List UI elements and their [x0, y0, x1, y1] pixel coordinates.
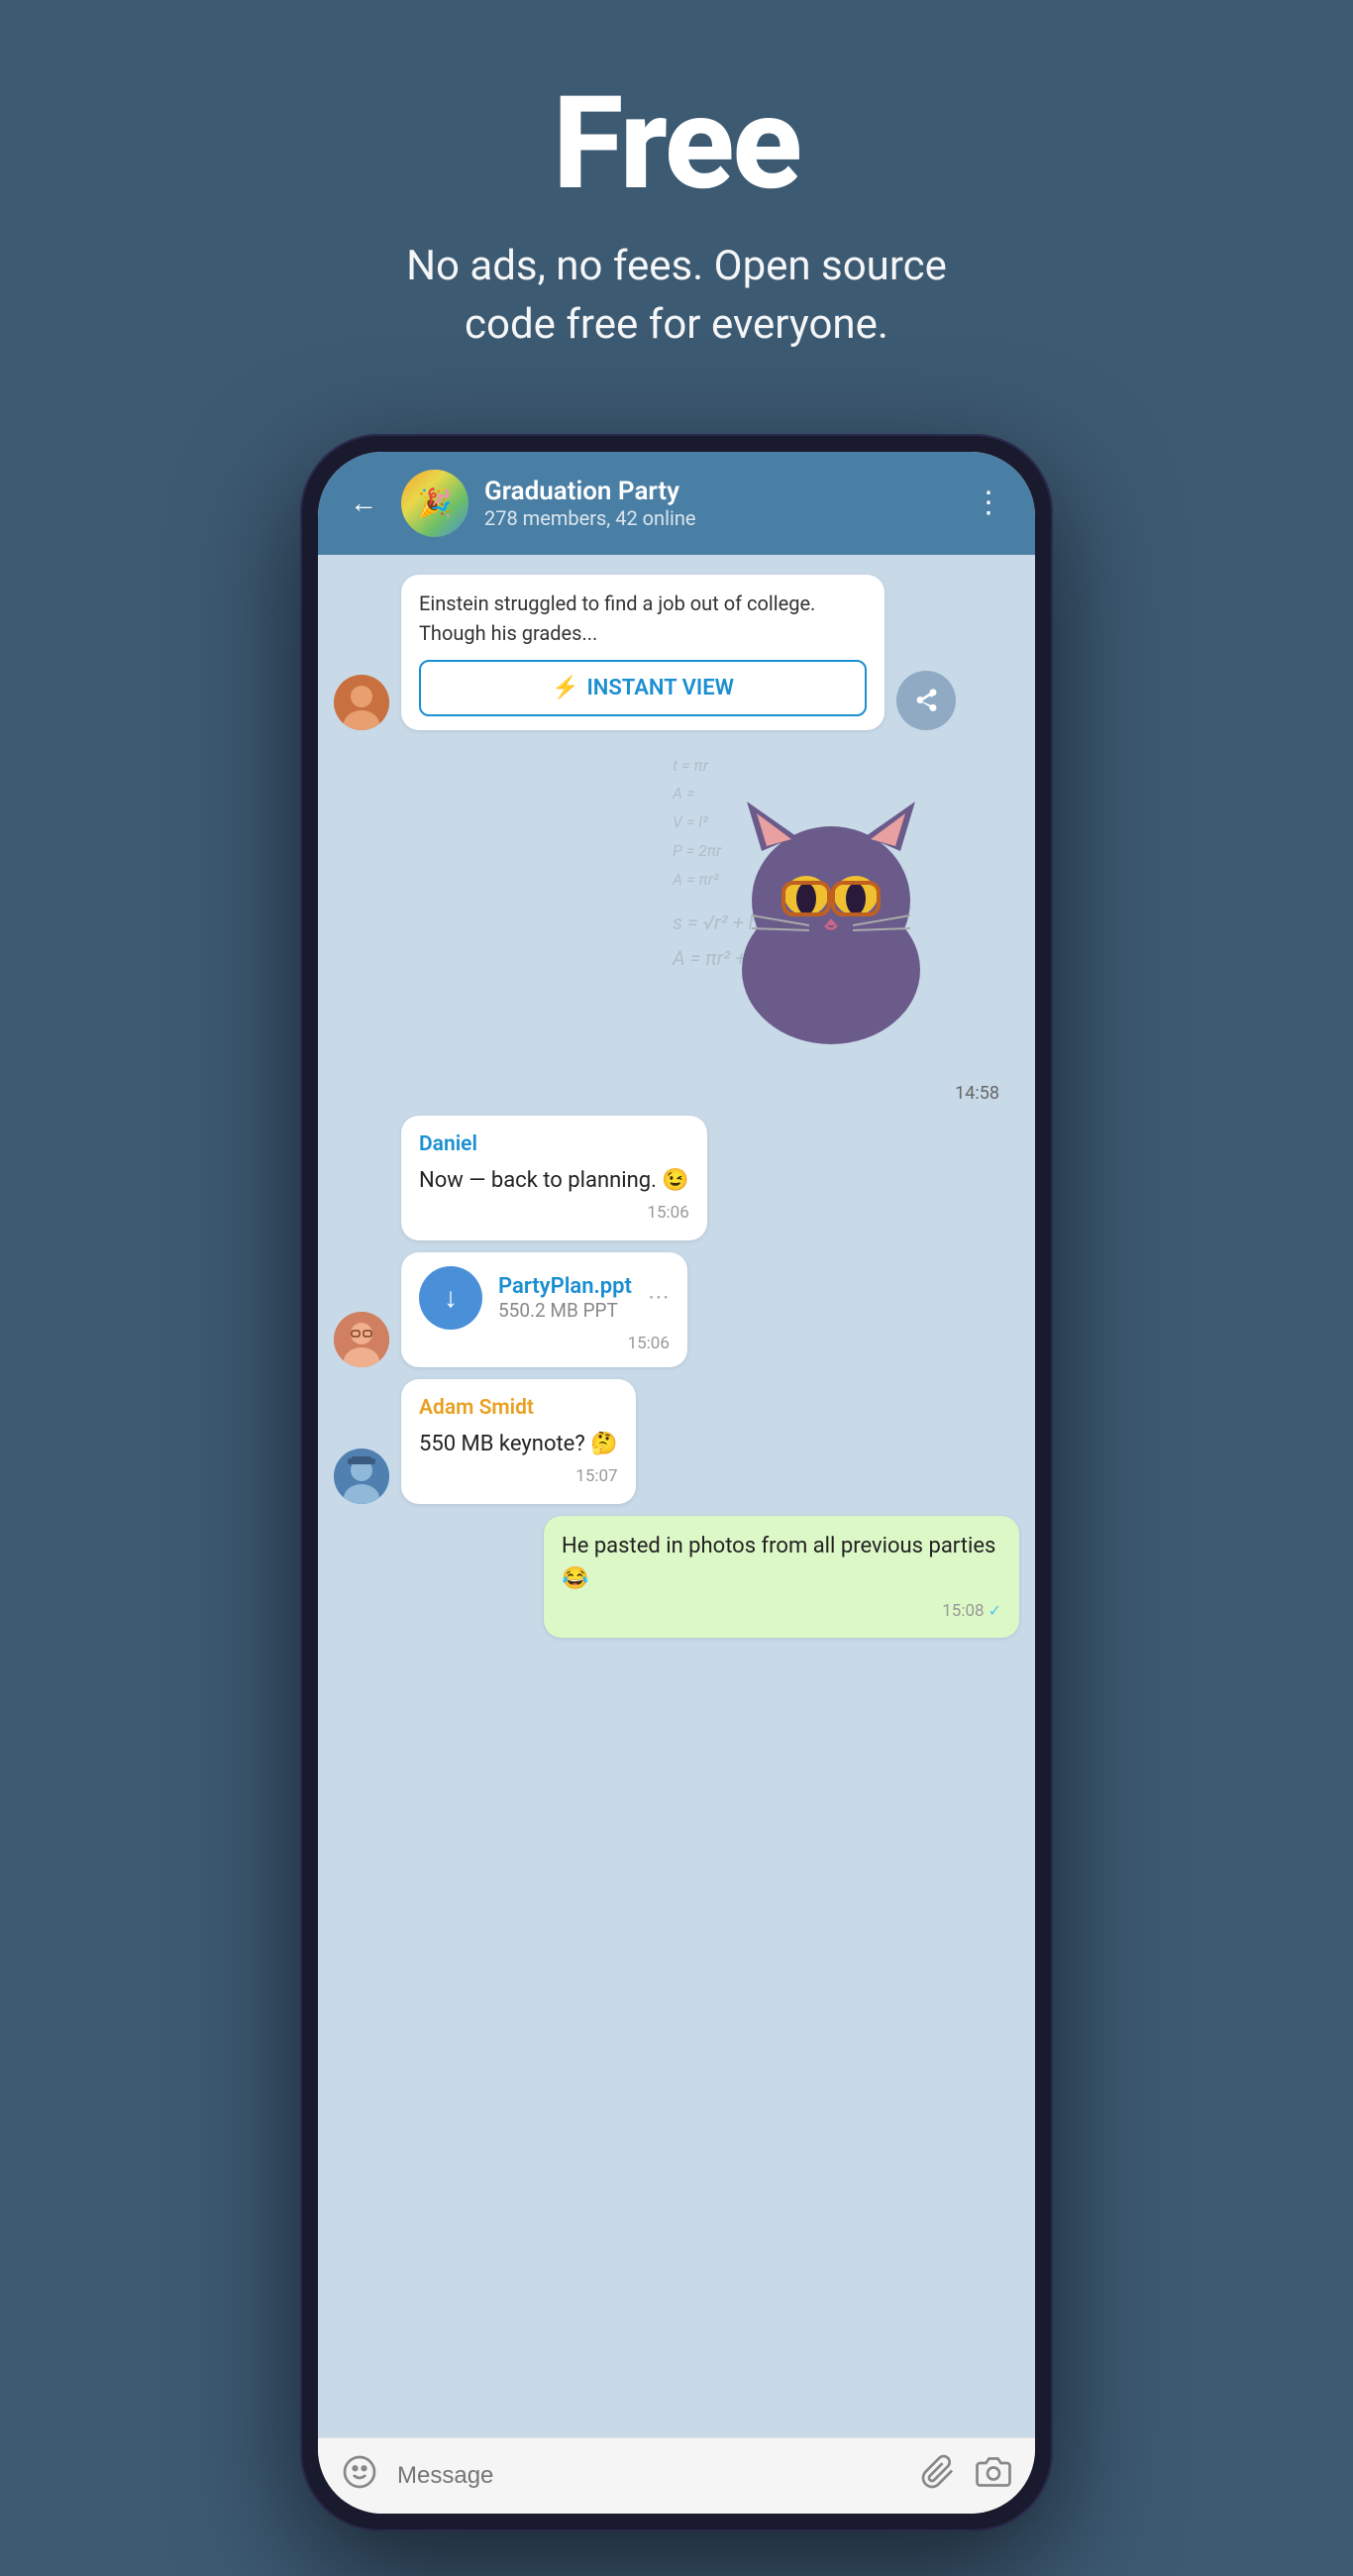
- input-bar: [318, 2437, 1035, 2514]
- chat-name: Graduation Party: [484, 477, 950, 506]
- avatar-user1: [334, 675, 389, 730]
- chat-body: Einstein struggled to find a job out of …: [318, 555, 1035, 2437]
- file-name: PartyPlan.ppt: [498, 1274, 632, 1299]
- phone-inner: ← 🎉 Graduation Party 278 members, 42 onl…: [318, 452, 1035, 2514]
- message-row-file: ↓ PartyPlan.ppt 550.2 MB PPT ⋯ 15:06: [334, 1252, 1019, 1367]
- message-row-daniel: Daniel Now — back to planning. 😉 15:06: [334, 1116, 1019, 1240]
- chat-status: 278 members, 42 online: [484, 506, 950, 530]
- file-info: PartyPlan.ppt 550.2 MB PPT: [498, 1274, 632, 1322]
- file-row: ↓ PartyPlan.ppt 550.2 MB PPT ⋯: [419, 1266, 670, 1330]
- bubble-text-daniel: Now — back to planning. 😉: [419, 1164, 689, 1197]
- sticker-time: 14:58: [955, 1083, 999, 1104]
- chat-avatar: 🎉: [401, 470, 468, 537]
- chat-header: ← 🎉 Graduation Party 278 members, 42 onl…: [318, 452, 1035, 555]
- link-bubble: Einstein struggled to find a job out of …: [401, 575, 885, 730]
- link-preview-container: Einstein struggled to find a job out of …: [401, 575, 956, 730]
- instant-view-button[interactable]: ⚡ INSTANT VIEW: [419, 660, 867, 716]
- bubble-sender-daniel: Daniel: [419, 1129, 689, 1161]
- file-size: 550.2 MB PPT: [498, 1299, 632, 1322]
- phone-outer: ← 🎉 Graduation Party 278 members, 42 onl…: [300, 434, 1053, 2531]
- avatar-user3: [334, 1312, 389, 1367]
- avatar-adam: [334, 1449, 389, 1504]
- emoji-icon[interactable]: [342, 2454, 377, 2498]
- message-row-adam: Adam Smidt 550 MB keynote? 🤔 15:07: [334, 1379, 1019, 1504]
- file-more-button[interactable]: ⋯: [648, 1285, 670, 1310]
- hero-subtitle: No ads, no fees. Open sourcecode free fo…: [406, 238, 947, 355]
- attach-icon[interactable]: [920, 2454, 956, 2498]
- bubble-own: He pasted in photos from all previous pa…: [544, 1516, 1019, 1639]
- sticker-box: t = πr A = V = l² P = 2πr A = πr² s = √r…: [663, 742, 999, 1079]
- bubble-text-own: He pasted in photos from all previous pa…: [562, 1530, 1001, 1595]
- bubble-time-daniel: 15:06: [419, 1201, 689, 1227]
- hero-section: Free No ads, no fees. Open sourcecode fr…: [366, 0, 987, 414]
- message-row-link: Einstein struggled to find a job out of …: [334, 575, 1019, 730]
- camera-icon[interactable]: [976, 2454, 1011, 2498]
- chat-info: Graduation Party 278 members, 42 online: [484, 477, 950, 530]
- message-row-own: He pasted in photos from all previous pa…: [334, 1516, 1019, 1639]
- more-button[interactable]: ⋮: [966, 482, 1011, 524]
- phone-mockup: ← 🎉 Graduation Party 278 members, 42 onl…: [300, 434, 1053, 2531]
- file-bubble: ↓ PartyPlan.ppt 550.2 MB PPT ⋯ 15:06: [401, 1252, 687, 1367]
- message-row-sticker: t = πr A = V = l² P = 2πr A = πr² s = √r…: [334, 742, 1019, 1104]
- cat-sticker: [663, 742, 999, 1079]
- instant-view-label: INSTANT VIEW: [586, 676, 734, 700]
- file-download-icon[interactable]: ↓: [419, 1266, 482, 1330]
- bubble-sender-adam: Adam Smidt: [419, 1393, 618, 1425]
- bubble-daniel: Daniel Now — back to planning. 😉 15:06: [401, 1116, 707, 1240]
- message-input[interactable]: [397, 2462, 900, 2490]
- share-button[interactable]: [896, 671, 956, 730]
- bubble-time-adam: 15:07: [419, 1464, 618, 1490]
- bubble-text-adam: 550 MB keynote? 🤔: [419, 1428, 618, 1460]
- link-preview-text: Einstein struggled to find a job out of …: [419, 589, 867, 648]
- sticker-area: t = πr A = V = l² P = 2πr A = πr² s = √r…: [663, 742, 1019, 1104]
- hero-title: Free: [406, 79, 947, 208]
- back-button[interactable]: ←: [342, 483, 385, 523]
- bolt-icon: ⚡: [552, 676, 578, 700]
- bubble-adam: Adam Smidt 550 MB keynote? 🤔 15:07: [401, 1379, 636, 1504]
- file-time: 15:06: [419, 1334, 670, 1353]
- bubble-time-own: 15:08 ✓: [562, 1599, 1001, 1625]
